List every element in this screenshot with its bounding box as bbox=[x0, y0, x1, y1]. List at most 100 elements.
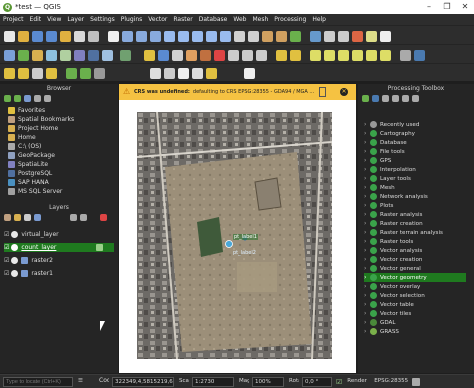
menu-processing[interactable]: Processing bbox=[274, 16, 306, 23]
manage-visibility-icon[interactable] bbox=[24, 214, 31, 221]
select-features-icon[interactable] bbox=[4, 68, 15, 79]
favorite-icon[interactable] bbox=[206, 68, 217, 79]
new-bookmark-icon[interactable] bbox=[164, 68, 175, 79]
zoom-full-icon[interactable] bbox=[164, 31, 175, 42]
menu-web[interactable]: Web bbox=[233, 16, 246, 23]
add-raster-icon[interactable] bbox=[32, 50, 43, 61]
measure-icon[interactable] bbox=[366, 31, 377, 42]
add-spatialite-icon[interactable] bbox=[74, 50, 85, 61]
menu-view[interactable]: View bbox=[47, 16, 61, 23]
expand-all-icon[interactable] bbox=[70, 214, 77, 221]
layer-styling-icon[interactable] bbox=[4, 214, 11, 221]
zoom-in-icon[interactable] bbox=[136, 31, 147, 42]
zoom-last-icon[interactable] bbox=[206, 31, 217, 42]
toolbox-item[interactable]: › Layer tools bbox=[364, 174, 411, 183]
layer-row-raster2[interactable]: ☑ raster2 bbox=[4, 256, 53, 265]
render-checkbox-icon[interactable]: ☑ bbox=[336, 378, 342, 386]
browser-item-geopackage[interactable]: GeoPackage bbox=[8, 151, 55, 160]
magnifier-field[interactable]: 100% bbox=[252, 376, 284, 387]
change-label-icon[interactable] bbox=[380, 50, 391, 61]
toolbox-item[interactable]: › Network analysis bbox=[364, 192, 428, 201]
pan-to-selection-icon[interactable] bbox=[122, 31, 133, 42]
close-warning-icon[interactable]: ✕ bbox=[340, 88, 348, 96]
text-annotation-icon[interactable] bbox=[380, 31, 391, 42]
add-selected-layers-icon[interactable] bbox=[4, 95, 11, 102]
crs-settings-icon[interactable] bbox=[319, 87, 326, 97]
add-mesh-icon[interactable] bbox=[46, 50, 57, 61]
zoom-out-icon[interactable] bbox=[150, 31, 161, 42]
menu-mesh[interactable]: Mesh bbox=[252, 16, 268, 23]
delete-selected-icon[interactable] bbox=[214, 50, 225, 61]
toolbox-item[interactable]: › Vector general bbox=[364, 264, 421, 273]
settings-icon[interactable] bbox=[400, 50, 411, 61]
edit-features-in-place-icon[interactable] bbox=[402, 95, 409, 102]
show-labels-icon[interactable] bbox=[338, 50, 349, 61]
save-project-icon[interactable] bbox=[32, 31, 43, 42]
measure-line-icon[interactable] bbox=[178, 68, 189, 79]
filter-browser-icon[interactable] bbox=[24, 95, 31, 102]
data-source-manager-icon[interactable] bbox=[4, 50, 15, 61]
zoom-selection-icon[interactable] bbox=[192, 31, 203, 42]
open-project-icon[interactable] bbox=[18, 31, 29, 42]
add-group-icon[interactable] bbox=[14, 214, 21, 221]
style-manager-icon[interactable] bbox=[88, 31, 99, 42]
browser-item-favorites[interactable]: Favorites bbox=[8, 106, 45, 115]
collapse-all-icon[interactable] bbox=[80, 214, 87, 221]
add-vector-icon[interactable] bbox=[18, 50, 29, 61]
copy-icon[interactable] bbox=[242, 50, 253, 61]
history-icon[interactable] bbox=[94, 68, 105, 79]
eye-icon[interactable] bbox=[11, 244, 19, 251]
attribute-table-icon[interactable] bbox=[324, 31, 335, 42]
maximize-button[interactable]: ❐ bbox=[438, 0, 456, 14]
coordinate-field[interactable]: 322349,4,5815219,6 bbox=[112, 376, 174, 387]
browser-item-postgresql[interactable]: PostgreSQL bbox=[8, 169, 52, 178]
toolbox-item[interactable]: › Vector tiles bbox=[364, 309, 411, 318]
toolbox-item[interactable]: › Raster terrain analysis bbox=[364, 228, 443, 237]
minimize-button[interactable]: – bbox=[420, 0, 438, 14]
history-icon[interactable] bbox=[382, 95, 389, 102]
menu-help[interactable]: Help bbox=[312, 16, 326, 23]
toggle-editing-icon[interactable] bbox=[144, 50, 155, 61]
vertex-tool-icon[interactable] bbox=[200, 50, 211, 61]
toolbox-item[interactable]: › Raster tools bbox=[364, 237, 413, 246]
zoom-next-icon[interactable] bbox=[220, 31, 231, 42]
python-console-icon[interactable] bbox=[414, 50, 425, 61]
layout-manager-icon[interactable] bbox=[74, 31, 85, 42]
pin-labels-icon[interactable] bbox=[324, 50, 335, 61]
sum-icon[interactable] bbox=[192, 68, 203, 79]
identify-icon[interactable] bbox=[310, 31, 321, 42]
show-bookmarks-icon[interactable] bbox=[276, 31, 287, 42]
new-map-view-icon[interactable] bbox=[234, 31, 245, 42]
toolbox-item[interactable]: › Mesh bbox=[364, 183, 395, 192]
toolbox-item[interactable]: › Vector selection bbox=[364, 291, 425, 300]
add-wms-icon[interactable] bbox=[120, 50, 131, 61]
eye-icon[interactable] bbox=[11, 231, 19, 238]
add-delimited-text-icon[interactable] bbox=[60, 50, 71, 61]
messages-bubble-icon[interactable] bbox=[412, 377, 421, 386]
save-as-icon[interactable] bbox=[46, 31, 57, 42]
new-project-icon[interactable] bbox=[4, 31, 15, 42]
digitize-icon[interactable] bbox=[172, 50, 183, 61]
bookmark-icon[interactable] bbox=[262, 31, 273, 42]
properties-icon[interactable] bbox=[44, 95, 51, 102]
browser-item-spatialite[interactable]: SpatiaLite bbox=[8, 160, 48, 169]
browser-item-mssql[interactable]: MS SQL Server bbox=[8, 187, 62, 196]
menu-vector[interactable]: Vector bbox=[148, 16, 167, 23]
menu-edit[interactable]: Edit bbox=[30, 16, 42, 23]
messages-icon[interactable]: ☰ bbox=[76, 377, 94, 387]
layer-row-virtual[interactable]: ☑ virtual_layer bbox=[4, 230, 59, 239]
add-virtual-layer-icon[interactable] bbox=[102, 50, 113, 61]
browser-item-sap-hana[interactable]: SAP HANA bbox=[8, 178, 49, 187]
filter-legend-icon[interactable] bbox=[34, 214, 41, 221]
toolbox-item[interactable]: › Raster analysis bbox=[364, 210, 422, 219]
deselect-icon[interactable] bbox=[32, 68, 43, 79]
browser-item-bookmarks[interactable]: Spatial Bookmarks bbox=[8, 115, 74, 124]
eye-icon[interactable] bbox=[11, 270, 19, 277]
toolbox-item[interactable]: › Raster creation bbox=[364, 219, 423, 228]
pan-icon[interactable] bbox=[108, 31, 119, 42]
options-icon[interactable] bbox=[412, 95, 419, 102]
new-print-layout-icon[interactable] bbox=[60, 31, 71, 42]
toolbox-item[interactable]: › GRASS bbox=[364, 327, 399, 336]
toolbox-item[interactable]: › Recently used bbox=[364, 120, 419, 129]
scale-field[interactable]: 1:2730 bbox=[192, 376, 234, 387]
